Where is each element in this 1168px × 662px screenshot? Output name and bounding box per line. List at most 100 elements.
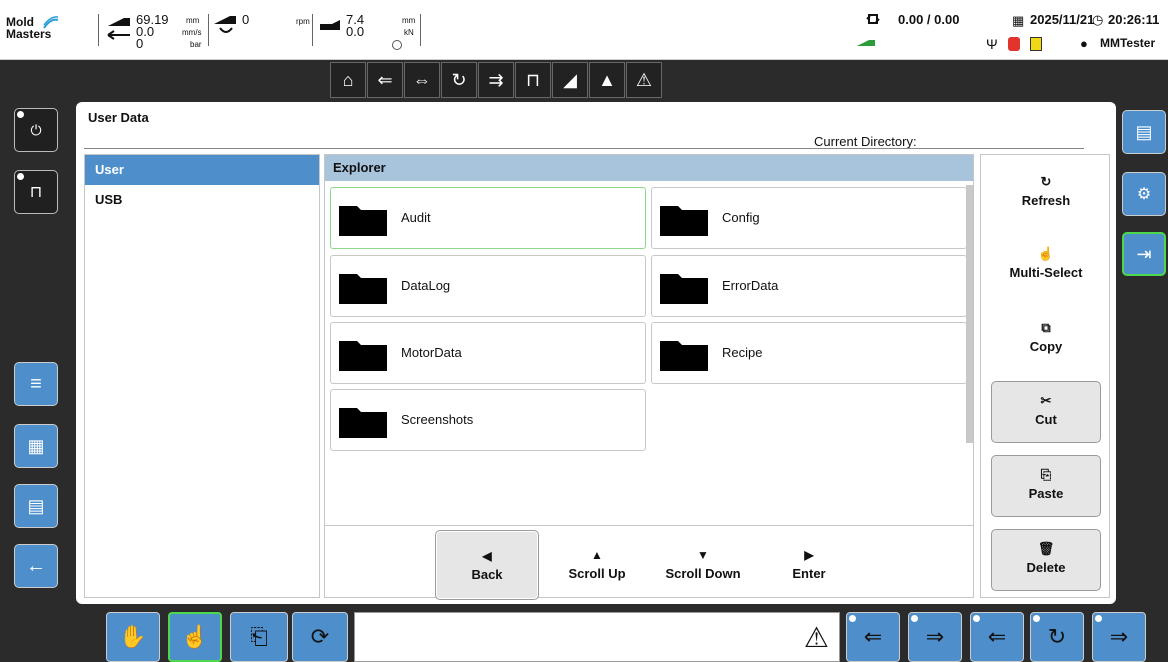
screw-forward-button[interactable]: ⇒ xyxy=(1092,612,1146,662)
power-button[interactable]: ⏻ xyxy=(14,108,58,152)
folder-tile[interactable]: MotorData xyxy=(330,322,646,384)
indicator-dot xyxy=(17,111,24,118)
multi-select-label: Multi-Select xyxy=(1009,265,1083,280)
home-icon: ⌂ xyxy=(342,69,354,90)
time-display: 20:26:11 xyxy=(1108,12,1160,27)
folder-label: DataLog xyxy=(401,278,451,293)
clock-icon: ◷ xyxy=(1092,12,1104,27)
nozzle-back-button[interactable]: ⇐ xyxy=(846,612,900,662)
power-icon: ⏻ xyxy=(30,121,42,138)
profile-button[interactable]: ▲ xyxy=(589,62,625,98)
screw-rotate-button[interactable]: ↻ xyxy=(441,62,477,98)
heater-side-button[interactable]: ⊓ xyxy=(14,170,58,214)
calculator-icon: ▦ xyxy=(27,435,45,456)
message-bar: ⚠ xyxy=(354,612,840,662)
user-name[interactable]: MMTester xyxy=(1100,36,1155,50)
nozzle-forward-icon: ⇒ xyxy=(925,624,945,649)
mold-masters-logo: Mold Masters xyxy=(6,16,94,46)
cut-icon: ✂ xyxy=(1040,393,1052,408)
user-data-panel: User Data Current Directory: User USB Ex… xyxy=(76,102,1116,604)
folder-tile[interactable]: Screenshots xyxy=(330,389,646,451)
force-value-2: 0.0 xyxy=(346,24,365,39)
import-export-button[interactable]: ⇥ xyxy=(1122,232,1166,276)
copy-button[interactable]: ⧉ Copy xyxy=(991,309,1101,371)
folder-label: Audit xyxy=(401,210,431,225)
copy-label: Copy xyxy=(1029,339,1063,354)
back-icon: ◀ xyxy=(482,549,492,563)
back-side-button[interactable]: ← xyxy=(14,544,58,588)
refresh-label: Refresh xyxy=(1021,193,1071,208)
date-display: 2025/11/21 xyxy=(1030,12,1095,27)
calculator-button[interactable]: ▦ xyxy=(14,424,58,468)
screen-nav-bar: ⌂ ⇐ ⇔ ↻ ⇉ ⊓ ◢ ▲ ⚠ xyxy=(330,62,663,100)
injection-back-button[interactable]: ⇐ xyxy=(367,62,403,98)
log-icon xyxy=(1030,37,1042,51)
folder-icon xyxy=(339,341,387,371)
location-item-usb[interactable]: USB xyxy=(85,185,319,215)
home-button[interactable]: ⌂ xyxy=(330,62,366,98)
menu-button[interactable]: ≡ xyxy=(14,362,58,406)
alarm-button[interactable]: ⚠ xyxy=(626,62,662,98)
folder-tile[interactable]: Config xyxy=(651,187,967,249)
alarm-record-icon xyxy=(1008,37,1020,51)
action-panel: ↻ Refresh ☝ Multi-Select ⧉ Copy ✂ Cut ⎘ … xyxy=(980,154,1110,598)
manual-mode-button[interactable]: ✋ xyxy=(106,612,160,662)
hand-icon: ☝ xyxy=(181,624,209,649)
injection-hold-button[interactable]: ⇔ xyxy=(404,62,440,98)
back-button[interactable]: ◀ Back xyxy=(435,530,539,600)
arrow-left-icon xyxy=(107,30,130,40)
heater-icon: ⊓ xyxy=(29,184,43,201)
transfer-icon: ⇉ xyxy=(488,69,504,90)
nozzle-forward-button[interactable]: ⇒ xyxy=(908,612,962,662)
document-icon: ▤ xyxy=(27,495,45,516)
semi-auto-button[interactable]: ⎗ xyxy=(230,612,288,662)
folder-tile[interactable]: ErrorData xyxy=(651,255,967,317)
separator xyxy=(420,14,421,46)
document-button[interactable]: ▤ xyxy=(14,484,58,528)
folder-icon xyxy=(660,206,708,236)
screw-back-button[interactable]: ⇐ xyxy=(970,612,1024,662)
enter-button[interactable]: ▶ Enter xyxy=(757,530,861,600)
rpm-value: 0 xyxy=(242,12,250,27)
indicator-dot xyxy=(849,615,856,622)
cut-button[interactable]: ✂ Cut xyxy=(991,381,1101,443)
indicator-dot xyxy=(973,615,980,622)
refresh-button[interactable]: ↻ Refresh xyxy=(991,163,1101,225)
folder-tile[interactable]: Audit xyxy=(330,187,646,249)
hand-mode-button[interactable]: ☝ xyxy=(168,612,222,662)
location-item-user[interactable]: User xyxy=(85,155,319,185)
transfer-button[interactable]: ⇉ xyxy=(478,62,514,98)
folder-icon xyxy=(339,274,387,304)
pressure-value: 0 xyxy=(136,36,144,51)
divider xyxy=(84,148,1084,149)
folder-tile[interactable]: DataLog xyxy=(330,255,646,317)
folder-label: MotorData xyxy=(401,345,462,360)
status-bar: Mold Masters 69.19 0.0 0 mm mm/s bar 0 r… xyxy=(0,0,1168,60)
auto-cycle-button[interactable]: ⟳ xyxy=(292,612,348,662)
indicator-dot xyxy=(911,615,918,622)
scroll-up-icon: ▲ xyxy=(591,548,603,562)
folder-icon xyxy=(660,274,708,304)
heater-button[interactable]: ⊓ xyxy=(515,62,551,98)
paste-button[interactable]: ⎘ Paste xyxy=(991,455,1101,517)
screw-rotate-button[interactable]: ↻ xyxy=(1030,612,1084,662)
auto-cycle-icon: ⟳ xyxy=(310,624,330,649)
back-label: Back xyxy=(471,567,503,582)
scroll-down-button[interactable]: ▼ Scroll Down xyxy=(651,530,755,600)
report-button[interactable]: ▤ xyxy=(1122,110,1166,154)
multi-select-button[interactable]: ☝ Multi-Select xyxy=(991,235,1101,297)
unit-button[interactable]: ◢ xyxy=(552,62,588,98)
settings-document-button[interactable]: ⚙ xyxy=(1122,172,1166,216)
delete-button[interactable]: 🗑 Delete xyxy=(991,529,1101,591)
user-icon: ● xyxy=(1080,36,1088,51)
explorer-nav-bar: ◀ Back ▲ Scroll Up ▼ Scroll Down ▶ Enter xyxy=(325,525,973,600)
injection-unit-icon xyxy=(320,20,340,30)
warning-acknowledge-icon[interactable]: ⚠ xyxy=(804,621,829,654)
page-title: User Data xyxy=(88,110,149,125)
scroll-down-icon: ▼ xyxy=(697,548,709,562)
cycle-icon xyxy=(866,14,880,24)
folder-tile[interactable]: Recipe xyxy=(651,322,967,384)
force-unit-2: kN xyxy=(404,28,414,37)
scroll-up-button[interactable]: ▲ Scroll Up xyxy=(545,530,649,600)
explorer-scrollbar[interactable] xyxy=(966,185,973,443)
